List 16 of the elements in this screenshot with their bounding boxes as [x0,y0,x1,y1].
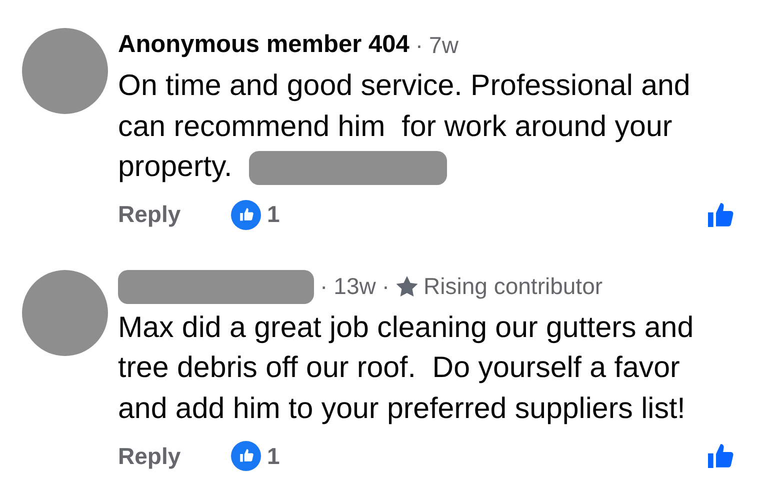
like-reaction-icon [231,200,261,230]
comment-text: Max did a great job cleaning our gutters and tree debris off our roof. Do yourself a favor and add him to your preferred suppliers list! [118,310,695,426]
comment-text: On time and good service. Professional and can recommend him for work around your property. [118,66,748,188]
separator-dot: · [382,273,390,300]
like-count: 1 [267,442,280,470]
separator-dot: · [320,273,328,300]
reply-button[interactable]: Reply [118,442,231,470]
like-reaction-icon [231,441,261,471]
like-count: 1 [267,201,280,228]
reply-button[interactable]: Reply [118,201,231,228]
author-name[interactable]: Anonymous member 404 [118,31,410,59]
timestamp[interactable]: 7w [429,32,458,58]
separator-dot: · [415,32,424,58]
timestamp[interactable]: 13w [334,273,376,300]
contributor-label: Rising contributor [424,273,603,300]
star-icon [396,276,418,297]
